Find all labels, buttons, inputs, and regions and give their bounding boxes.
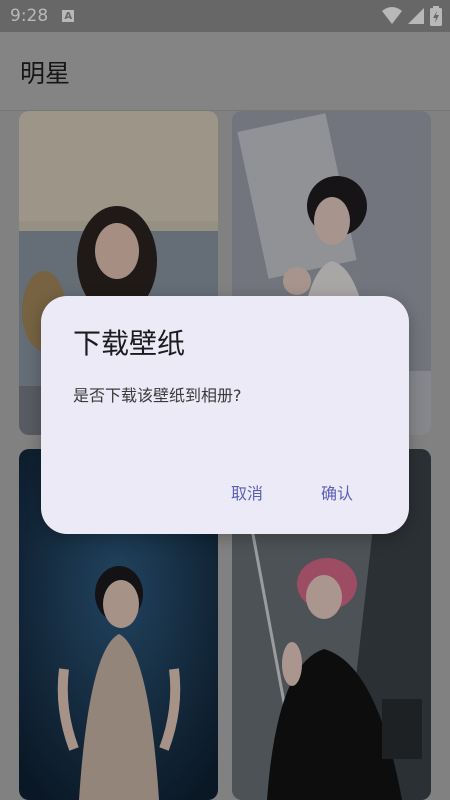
dialog-message: 是否下载该壁纸到相册? <box>73 386 242 405</box>
confirm-button[interactable]: 确认 <box>321 472 353 512</box>
dialog-title: 下载壁纸 <box>73 327 186 360</box>
cancel-button[interactable]: 取消 <box>231 472 263 512</box>
download-dialog: 下载壁纸 是否下载该壁纸到相册? 取消 确认 <box>41 296 409 534</box>
